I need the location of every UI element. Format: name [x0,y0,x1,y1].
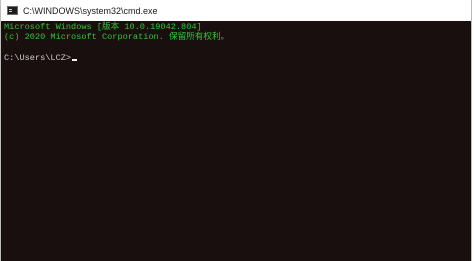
command-prompt-line[interactable]: C:\Users\LCZ> [4,53,471,63]
window-title: C:\WINDOWS\system32\cmd.exe [23,5,158,16]
command-prompt: C:\Users\LCZ> [4,52,72,63]
console-line-copyright: (c) 2020 Microsoft Corporation. 保留所有权利。 [4,32,230,43]
cmd-window: C:\WINDOWS\system32\cmd.exe Microsoft Wi… [0,0,472,261]
console-line-version: Microsoft Windows [版本 10.0.19042.804] [4,22,202,32]
text-cursor [72,58,78,61]
title-bar[interactable]: C:\WINDOWS\system32\cmd.exe [1,0,471,21]
console-app-icon[interactable] [7,6,18,15]
console-output-area[interactable]: Microsoft Windows [版本 10.0.19042.804] (c… [1,21,471,261]
